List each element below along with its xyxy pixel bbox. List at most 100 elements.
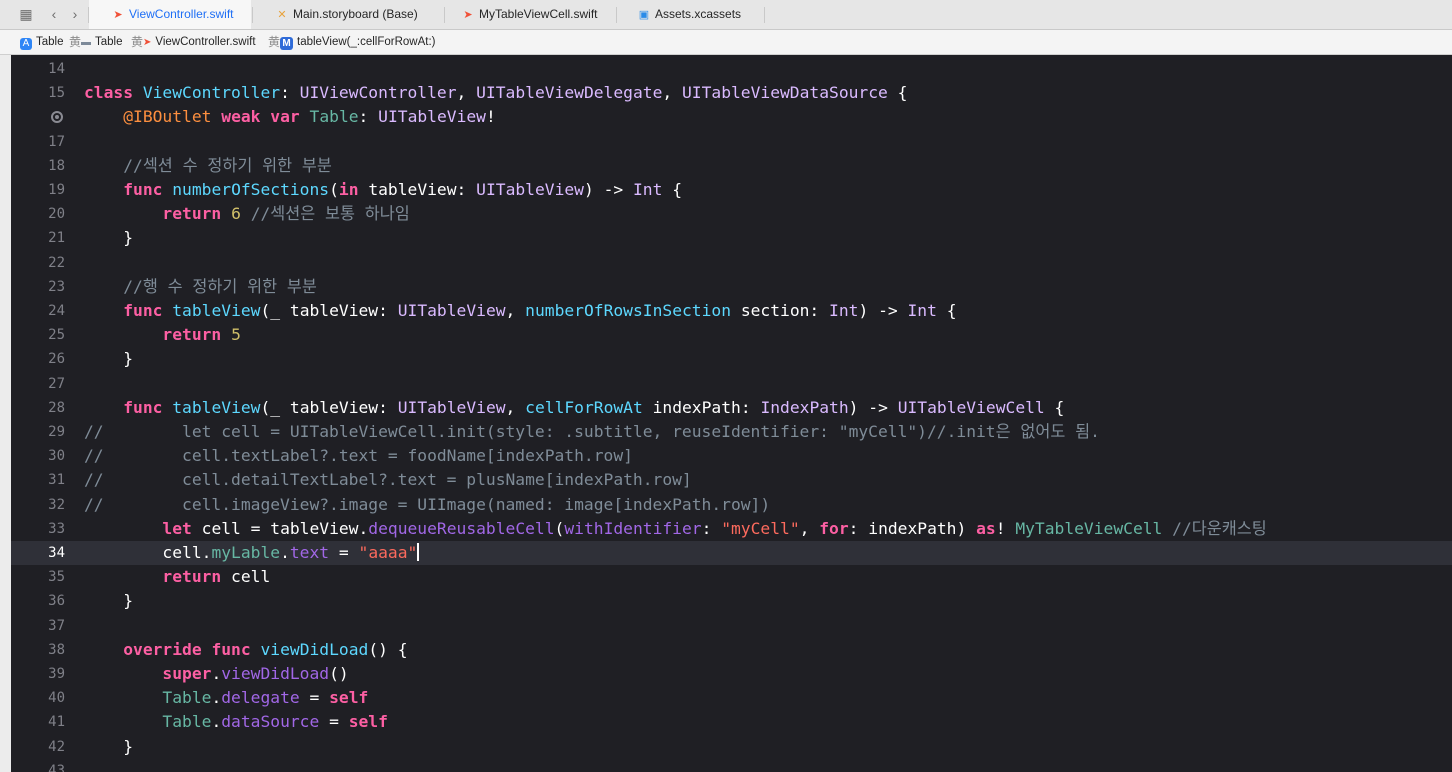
- line-number: 26: [48, 351, 65, 368]
- code-text[interactable]: @IBOutlet weak var Table: UITableView!: [84, 105, 496, 129]
- code-line[interactable]: 29 // let cell = UITableViewCell.init(sty…: [11, 420, 1452, 444]
- line-number: 19: [48, 182, 65, 198]
- line-number: 30: [48, 448, 65, 465]
- code-text[interactable]: //행 수 정하기 위한 부분: [84, 275, 317, 299]
- folder-icon: ▬: [81, 37, 91, 48]
- code-line[interactable]: 21 }: [11, 226, 1452, 250]
- source-editor[interactable]: 14 15 class ViewController: UIViewControll…: [0, 55, 1452, 772]
- code-line[interactable]: 22: [11, 251, 1452, 275]
- chevron-right-icon: ⻩: [131, 35, 144, 49]
- line-number: 34: [48, 545, 65, 561]
- code-line[interactable]: 43: [11, 759, 1452, 772]
- tab-viewcontroller-swift[interactable]: ➤ ViewController.swift: [89, 0, 251, 29]
- forward-chevron-icon[interactable]: ›: [67, 6, 83, 22]
- tab-main-storyboard[interactable]: ✕ Main.storyboard (Base): [253, 0, 443, 29]
- line-number: 17: [48, 133, 65, 150]
- tab-mytableviewcell-swift[interactable]: ➤ MyTableViewCell.swift: [445, 0, 615, 29]
- code-line[interactable]: 42 }: [11, 735, 1452, 759]
- code-line[interactable]: 37: [11, 614, 1452, 638]
- code-text[interactable]: return cell: [84, 565, 270, 589]
- code-line[interactable]: 15 class ViewController: UIViewController…: [11, 81, 1452, 105]
- line-number: 23: [48, 278, 65, 295]
- code-text[interactable]: // cell.imageView?.image = UIImage(named…: [84, 493, 770, 517]
- code-line[interactable]: 33 let cell = tableView.dequeueReusableC…: [11, 517, 1452, 541]
- code-line[interactable]: 14: [11, 57, 1452, 81]
- tab-divider: [764, 7, 765, 23]
- code-line[interactable]: 32 // cell.imageView?.image = UIImage(nam…: [11, 493, 1452, 517]
- line-number: 24: [48, 303, 65, 319]
- line-number: 37: [48, 617, 65, 634]
- code-text[interactable]: //섹션 수 정하기 위한 부분: [84, 154, 332, 178]
- code-line[interactable]: 18 //섹션 수 정하기 위한 부분: [11, 154, 1452, 178]
- code-text[interactable]: // cell.detailTextLabel?.text = plusName…: [84, 468, 692, 492]
- line-number: 38: [48, 641, 65, 658]
- code-line[interactable]: 26 }: [11, 347, 1452, 371]
- code-text[interactable]: func tableView(_ tableView: UITableView,…: [84, 299, 956, 323]
- breadcrumb: A Table ⻩ ▬ Table ⻩ ➤ ViewController.swift …: [0, 30, 1452, 55]
- breadcrumb-item-method[interactable]: MtableView(_:cellForRowAt:): [280, 30, 435, 54]
- back-chevron-icon[interactable]: ‹: [46, 6, 62, 22]
- code-text[interactable]: return 5: [84, 323, 240, 347]
- code-line[interactable]: 23 //행 수 정하기 위한 부분: [11, 275, 1452, 299]
- tab-label: MyTableViewCell.swift: [479, 7, 598, 21]
- text-cursor: [417, 543, 420, 561]
- line-number: 20: [48, 206, 65, 223]
- code-line[interactable]: 35 return cell: [11, 565, 1452, 589]
- code-text[interactable]: return 6 //섹션은 보통 하나임: [84, 202, 409, 226]
- code-text[interactable]: // let cell = UITableViewCell.init(style…: [84, 420, 1100, 444]
- code-line[interactable]: 24 func tableView(_ tableView: UITableVi…: [11, 299, 1452, 323]
- code-text[interactable]: cell.myLable.text = "aaaa": [84, 541, 420, 565]
- code-line[interactable]: 20 return 6 //섹션은 보통 하나임: [11, 202, 1452, 226]
- line-number: 14: [48, 61, 65, 77]
- code-line[interactable]: 36 }: [11, 589, 1452, 613]
- breadcrumb-item-folder[interactable]: ▬ Table: [81, 30, 123, 55]
- swift-file-icon: ➤: [143, 37, 152, 48]
- line-number: 42: [48, 738, 65, 755]
- tab-assets-xcassets[interactable]: ▣ Assets.xcassets: [617, 0, 763, 29]
- code-text[interactable]: class ViewController: UIViewController, …: [84, 81, 907, 105]
- code-text[interactable]: override func viewDidLoad() {: [84, 638, 407, 662]
- tab-label: Main.storyboard (Base): [293, 7, 418, 21]
- editor-left-edge: [0, 55, 11, 772]
- line-number: 39: [48, 666, 65, 682]
- line-number: 31: [48, 472, 65, 489]
- code-line[interactable]: 27: [11, 372, 1452, 396]
- code-text[interactable]: let cell = tableView.dequeueReusableCell…: [84, 517, 1266, 541]
- line-number: 27: [48, 375, 65, 392]
- app-project-icon: A: [20, 38, 32, 50]
- outlet-connection-icon[interactable]: [51, 111, 63, 124]
- code-text[interactable]: func numberOfSections(in tableView: UITa…: [84, 178, 682, 202]
- code-text[interactable]: }: [84, 735, 133, 759]
- code-line[interactable]: @IBOutlet weak var Table: UITableView!: [11, 105, 1452, 129]
- code-line[interactable]: 17: [11, 130, 1452, 154]
- code-line[interactable]: 19 func numberOfSections(in tableView: U…: [11, 178, 1452, 202]
- code-text[interactable]: func tableView(_ tableView: UITableView,…: [84, 396, 1064, 420]
- breadcrumb-item-file[interactable]: ➤ ViewController.swift: [143, 30, 256, 55]
- code-text[interactable]: }: [84, 347, 133, 371]
- code-line[interactable]: 38 override func viewDidLoad() {: [11, 638, 1452, 662]
- code-line[interactable]: 40 Table.delegate = self: [11, 686, 1452, 710]
- code-line[interactable]: 25 return 5: [11, 323, 1452, 347]
- tab-label: Assets.xcassets: [655, 7, 742, 21]
- code-text[interactable]: // cell.textLabel?.text = foodName[index…: [84, 444, 633, 468]
- code-text[interactable]: super.viewDidLoad(): [84, 662, 348, 686]
- method-icon: M: [280, 37, 293, 50]
- code-text[interactable]: }: [84, 589, 133, 613]
- code-text[interactable]: Table.dataSource = self: [84, 710, 388, 734]
- code-text[interactable]: }: [84, 226, 133, 250]
- code-line[interactable]: 31 // cell.detailTextLabel?.text = plusNa…: [11, 468, 1452, 492]
- line-number: 40: [48, 690, 65, 707]
- code-line[interactable]: 39 super.viewDidLoad(): [11, 662, 1452, 686]
- line-number: 25: [48, 327, 65, 344]
- line-number: 21: [48, 230, 65, 247]
- code-line[interactable]: 41 Table.dataSource = self: [11, 710, 1452, 734]
- chevron-right-icon: ⻩: [69, 35, 82, 49]
- code-line[interactable]: 28 func tableView(_ tableView: UITableVi…: [11, 396, 1452, 420]
- line-number: 43: [48, 762, 65, 772]
- asset-catalog-icon: ▣: [638, 9, 650, 21]
- code-line[interactable]: 30 // cell.textLabel?.text = foodName[ind…: [11, 444, 1452, 468]
- code-text[interactable]: Table.delegate = self: [84, 686, 368, 710]
- code-line[interactable]: 34 cell.myLable.text = "aaaa": [11, 541, 1452, 566]
- breadcrumb-item-project[interactable]: A Table: [20, 30, 64, 54]
- grid-icon[interactable]: ▦: [18, 6, 34, 22]
